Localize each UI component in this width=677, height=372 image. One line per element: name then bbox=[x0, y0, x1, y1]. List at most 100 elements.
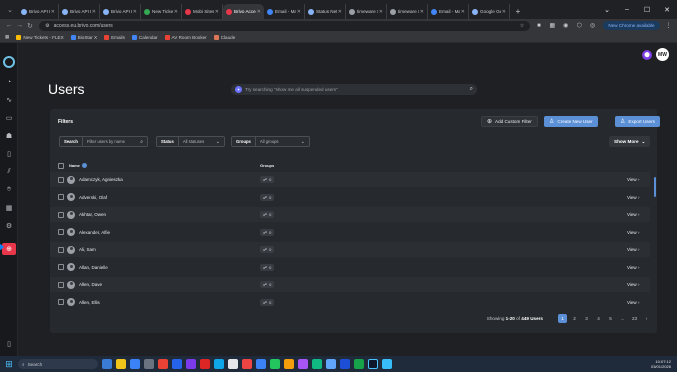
app-icon[interactable] bbox=[326, 359, 336, 369]
close-tab-icon[interactable]: ✕ bbox=[133, 9, 137, 15]
browser-tab[interactable]: timeware S ✕ bbox=[387, 4, 428, 19]
search-filter[interactable]: Search Filter users by name ⌕ bbox=[59, 136, 148, 147]
app-icon[interactable] bbox=[242, 359, 252, 369]
minimize-icon[interactable]: – bbox=[617, 0, 637, 19]
bookmark-star-icon[interactable]: ☆ bbox=[520, 23, 524, 29]
view-user-link[interactable]: View › bbox=[627, 212, 639, 217]
page-button[interactable]: ... bbox=[618, 314, 627, 323]
view-user-link[interactable]: View › bbox=[627, 265, 639, 270]
app-icon[interactable] bbox=[312, 359, 322, 369]
extensions-puzzle-icon[interactable]: ⬡ bbox=[575, 21, 584, 31]
search-icon[interactable]: ⌕ bbox=[470, 86, 473, 93]
groups-select[interactable]: All groups bbox=[256, 139, 301, 144]
close-tab-icon[interactable]: ✕ bbox=[92, 9, 96, 15]
browser-tab[interactable]: New Ticket ✕ bbox=[141, 4, 182, 19]
extension-icon[interactable]: ■ bbox=[534, 21, 543, 31]
row-checkbox[interactable] bbox=[58, 211, 64, 218]
new-tab-button[interactable]: + bbox=[512, 5, 524, 17]
app-icon[interactable] bbox=[200, 359, 210, 369]
close-tab-icon[interactable]: ✕ bbox=[502, 9, 506, 15]
system-clock[interactable]: 10:07:12 03/01/2026 bbox=[651, 359, 671, 369]
row-checkbox[interactable] bbox=[58, 246, 64, 253]
table-row[interactable]: Alexander, Alfie ☍ 0 View › bbox=[50, 225, 650, 240]
settings-icon[interactable] bbox=[144, 359, 154, 369]
ai-search-bar[interactable]: ✦ Try searching "show me all suspended u… bbox=[231, 84, 477, 95]
close-tab-icon[interactable]: ✕ bbox=[51, 9, 55, 15]
chevron-down-icon[interactable]: ⌄ bbox=[301, 139, 309, 145]
status-filter[interactable]: Status All statuses ⌄ bbox=[156, 136, 225, 147]
create-new-user-button[interactable]: ♙ Create New User bbox=[544, 116, 598, 127]
bookmark-item[interactable]: BioStar X bbox=[70, 34, 97, 40]
table-row[interactable]: Allan, Danielle ☍ 0 View › bbox=[50, 260, 650, 275]
view-user-link[interactable]: View › bbox=[627, 247, 639, 252]
calendar-icon[interactable]: ▦ bbox=[4, 203, 14, 213]
extension-icon[interactable]: ▦ bbox=[548, 21, 557, 31]
user-name[interactable]: Allen, Dave bbox=[79, 282, 102, 287]
video-icon[interactable]: ▭ bbox=[4, 113, 14, 123]
add-custom-filter-button[interactable]: ⊕ Add Custom Filter bbox=[481, 116, 538, 127]
lock-icon[interactable]: ⊕ bbox=[2, 243, 16, 255]
app-icon[interactable] bbox=[214, 359, 224, 369]
status-select[interactable]: All statuses bbox=[179, 139, 216, 144]
browser-tab[interactable]: Mobi Sites ✕ bbox=[182, 4, 223, 19]
reports-icon[interactable]: ⫽ bbox=[4, 167, 14, 177]
apps-grid-icon[interactable]: ▦ bbox=[5, 34, 9, 40]
app-icon[interactable] bbox=[354, 359, 364, 369]
windows-start-icon[interactable]: ⊞ bbox=[4, 359, 14, 369]
row-checkbox[interactable] bbox=[58, 264, 64, 270]
scrollbar[interactable] bbox=[654, 177, 656, 197]
browser-tab[interactable]: Brivo API Do✕ bbox=[100, 4, 141, 19]
close-tab-icon[interactable]: ✕ bbox=[420, 9, 424, 15]
browser-tab[interactable]: Email - Mari✕ bbox=[264, 4, 305, 19]
browser-tab[interactable]: Google Gem✕ bbox=[469, 4, 510, 19]
page-button[interactable]: 4 bbox=[594, 314, 603, 323]
new-chrome-available-button[interactable]: New Chrome available bbox=[603, 21, 660, 30]
page-button[interactable]: 2 bbox=[570, 314, 579, 323]
table-row[interactable]: Adverski, Olaf ☍ 0 View › bbox=[50, 190, 650, 205]
close-tab-icon[interactable]: ✕ bbox=[215, 9, 219, 15]
menu-dots-icon[interactable]: ⋮ bbox=[664, 21, 673, 31]
app-icon[interactable] bbox=[382, 359, 392, 369]
browser-tab[interactable]: Brivo Access✕ bbox=[223, 4, 264, 19]
browser-tab[interactable]: Brivo API Do✕ bbox=[59, 4, 100, 19]
taskbar-search[interactable]: ⌕ Search bbox=[18, 359, 98, 369]
page-button[interactable]: 1 bbox=[558, 313, 567, 323]
browser-tab[interactable]: Brivo API Do✕ bbox=[18, 4, 59, 19]
user-name[interactable]: Akhtar, Owen bbox=[79, 212, 106, 217]
back-icon[interactable]: ← bbox=[4, 22, 14, 29]
teams-icon[interactable] bbox=[186, 359, 196, 369]
reload-icon[interactable]: ↻ bbox=[25, 22, 35, 30]
table-row[interactable]: Ali, Sam ☍ 0 View › bbox=[50, 242, 650, 257]
close-tab-icon[interactable]: ✕ bbox=[379, 9, 383, 15]
extension-icon[interactable]: ◉ bbox=[561, 21, 570, 31]
profile-icon[interactable]: ◎ bbox=[588, 21, 597, 31]
users-icon[interactable]: ☗ bbox=[4, 131, 14, 141]
app-icon[interactable] bbox=[228, 359, 238, 369]
close-icon[interactable]: ✕ bbox=[657, 0, 677, 19]
activity-icon[interactable]: ∿ bbox=[4, 95, 14, 105]
chrome-icon[interactable] bbox=[158, 359, 168, 369]
bookmark-item[interactable]: Calendar bbox=[131, 34, 158, 40]
app-icon[interactable] bbox=[284, 359, 294, 369]
bookmark-item[interactable]: Claude bbox=[213, 34, 235, 40]
table-row[interactable]: Adamczyk, Agnieszka ☍ 0 View › bbox=[50, 172, 650, 187]
export-users-button[interactable]: ♙ Export Users bbox=[615, 116, 660, 127]
task-view-icon[interactable] bbox=[102, 359, 112, 369]
close-tab-icon[interactable]: ✕ bbox=[338, 9, 342, 15]
brivo-logo[interactable] bbox=[3, 56, 15, 68]
column-header-name[interactable]: Name bbox=[69, 163, 87, 168]
devices-icon[interactable]: ▯ bbox=[4, 149, 14, 159]
settings-icon[interactable]: ⚙ bbox=[4, 221, 14, 231]
row-checkbox[interactable] bbox=[58, 299, 64, 305]
groups-filter[interactable]: Groups All groups ⌄ bbox=[231, 136, 310, 147]
select-all-checkbox[interactable] bbox=[58, 162, 64, 169]
browser-tab[interactable]: Status Net ✕ bbox=[305, 4, 346, 19]
view-user-link[interactable]: View › bbox=[627, 282, 639, 287]
app-icon[interactable] bbox=[270, 359, 280, 369]
row-checkbox[interactable] bbox=[58, 281, 64, 288]
page-button[interactable]: 23 bbox=[630, 314, 639, 323]
chevron-down-icon[interactable]: ⌄ bbox=[216, 139, 224, 145]
next-page-button[interactable]: › bbox=[642, 314, 651, 323]
bookmark-item[interactable]: New Tickets - FLEX bbox=[16, 34, 64, 40]
location-icon[interactable]: ⌾ bbox=[4, 185, 14, 195]
